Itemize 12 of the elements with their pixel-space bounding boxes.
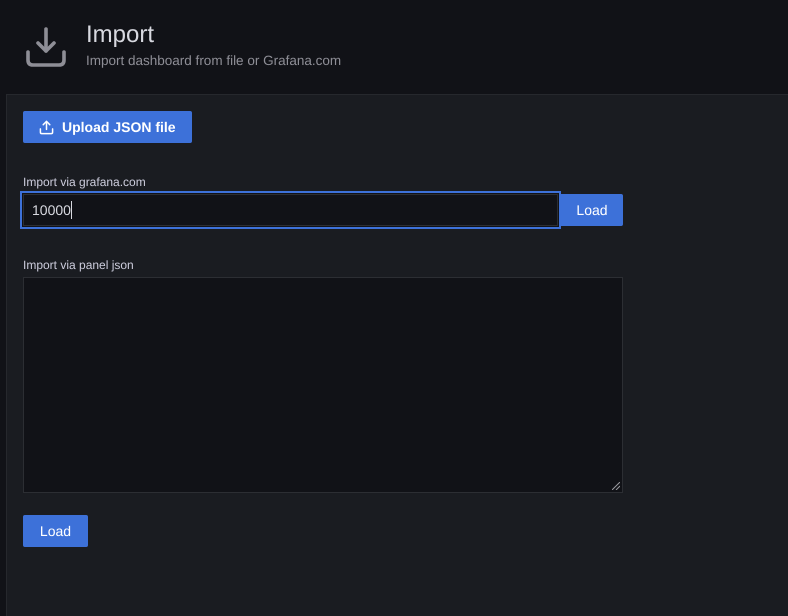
load-button[interactable]: Load (23, 515, 88, 547)
load-button[interactable]: Load (561, 194, 623, 226)
text-cursor-icon (70, 201, 72, 219)
upload-icon (39, 120, 54, 134)
field-label: Import via panel json (23, 257, 134, 273)
grafana-id-input-field[interactable]: 10000 (20, 191, 561, 229)
upload-json-button[interactable]: Upload JSON file (23, 111, 192, 143)
page-subtitle: Import dashboard from file or Grafana.com (86, 52, 342, 70)
field-label: Import via grafana.com (23, 174, 146, 190)
download-icon (26, 27, 66, 67)
resize-grip-icon[interactable] (612, 482, 620, 490)
page-title: Import (86, 20, 156, 48)
